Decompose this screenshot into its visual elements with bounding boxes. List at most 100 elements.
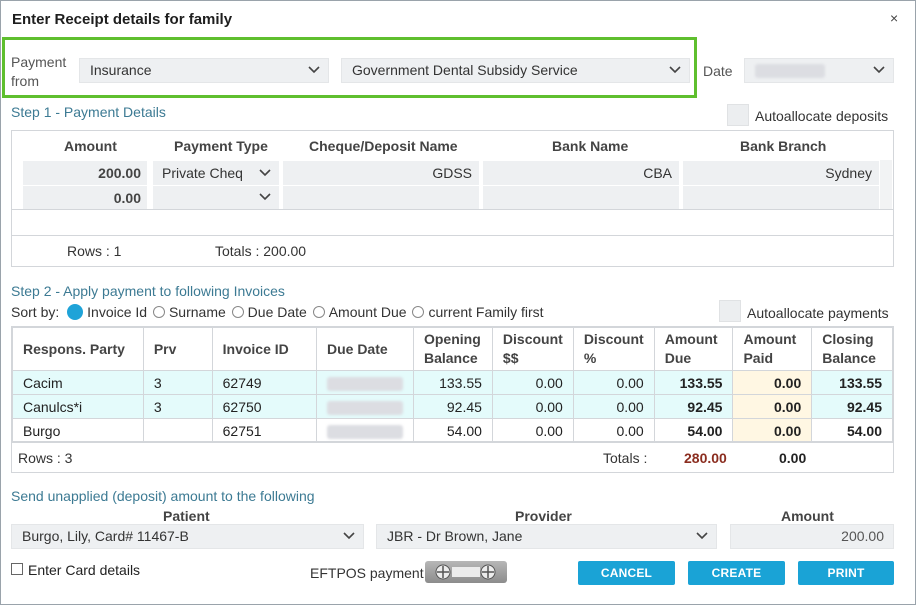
col-party[interactable]: Respons. Party: [12, 327, 144, 371]
create-button[interactable]: CREATE: [688, 561, 785, 585]
col-cheque-name: Cheque/Deposit Name: [309, 138, 458, 154]
step1-totals: Totals : 200.00: [215, 243, 307, 259]
chevron-down-icon: [259, 193, 271, 201]
cell-amount-due: 133.55: [653, 370, 734, 395]
col-prv[interactable]: Prv: [142, 327, 213, 371]
radio-amount-due[interactable]: [312, 306, 325, 318]
eftpos-label: EFTPOS payment: [310, 565, 424, 581]
col-disc-amt-2: $$: [502, 350, 519, 366]
sort-option-surname: Surname: [168, 304, 226, 320]
deposit-amount-input[interactable]: 200.00: [730, 524, 894, 549]
step2-rows-count: Rows : 3: [18, 450, 73, 466]
radio-invoice-id[interactable]: [67, 304, 84, 320]
table-row[interactable]: Burgo 62751 54.00 0.00 0.00 54.00 0.00 5…: [12, 418, 893, 443]
cell-party: Burgo: [12, 418, 144, 443]
table-row[interactable]: Canulcs*i 3 62750 92.45 0.00 0.00 92.45 …: [12, 394, 893, 419]
cancel-button[interactable]: CANCEL: [578, 561, 675, 585]
cell-discount: 0.00: [491, 370, 574, 395]
cell-discount-pct: 0.00: [572, 394, 655, 419]
amount-value-2: 0.00: [113, 190, 141, 206]
cell-prv: [142, 418, 213, 443]
divider: [11, 235, 894, 236]
amount-value: 200.00: [98, 165, 141, 181]
date-select[interactable]: [744, 58, 894, 83]
col-amount-paid-2: Paid: [743, 350, 774, 366]
col-opening-2: Balance: [423, 350, 478, 366]
col-bank-name: Bank Name: [552, 138, 629, 154]
cell-amount-paid[interactable]: 0.00: [732, 418, 813, 443]
sort-option-due-date: Due Date: [247, 304, 307, 320]
dialog-title: Enter Receipt details for family: [12, 11, 233, 28]
col-payment-type: Payment Type: [174, 138, 268, 154]
bank-branch-input-2[interactable]: [683, 186, 879, 209]
cell-discount-pct: 0.00: [572, 370, 655, 395]
col-amount-due[interactable]: Amount Due: [653, 327, 734, 371]
chevron-down-icon: [259, 169, 271, 177]
cell-prv: 3: [142, 370, 213, 395]
date-label: Date: [703, 63, 733, 79]
col-amount-paid[interactable]: Amount Paid: [732, 327, 813, 371]
eftpos-button[interactable]: [425, 561, 507, 583]
autoallocate-deposits-checkbox[interactable]: [727, 104, 749, 126]
payment-source-select[interactable]: Government Dental Subsidy Service: [341, 58, 690, 83]
payment-type-value: Insurance: [90, 62, 152, 78]
col-closing-balance[interactable]: Closing Balance: [811, 327, 893, 371]
total-amount-paid: 0.00: [779, 450, 807, 466]
payment-source-value: Government Dental Subsidy Service: [352, 62, 578, 78]
cell-amount-paid[interactable]: 0.00: [732, 370, 813, 395]
print-button[interactable]: PRINT: [798, 561, 894, 585]
col-closing-1: Closing: [822, 331, 874, 347]
cell-amount-due: 92.45: [653, 394, 734, 419]
autoallocate-deposits-label: Autoallocate deposits: [755, 108, 889, 124]
col-discount-percent[interactable]: Discount%: [572, 327, 655, 371]
due-date-redacted: [326, 400, 403, 415]
bank-name-input-2[interactable]: [483, 186, 679, 209]
payment-from-label-line2: from: [11, 73, 39, 89]
patient-value: Burgo, Lily, Card# 11467-B: [22, 528, 189, 544]
provider-label: Provider: [515, 508, 572, 524]
radio-due-date[interactable]: [231, 306, 244, 318]
sort-by-group: Sort by: Invoice Id Surname Due Date Amo…: [11, 304, 544, 320]
cell-opening: 133.55: [412, 370, 493, 395]
cell-opening: 54.00: [412, 418, 493, 443]
cheque-name-input-2[interactable]: [283, 186, 479, 209]
cell-closing: 54.00: [811, 418, 893, 443]
autoallocate-payments-checkbox[interactable]: [719, 300, 741, 322]
payment-type-row-value: Private Cheq: [162, 165, 243, 181]
col-bank-branch: Bank Branch: [740, 138, 827, 154]
col-amount-paid-1: Amount: [743, 331, 797, 347]
patient-select[interactable]: Burgo, Lily, Card# 11467-B: [11, 524, 364, 549]
chevron-down-icon: [873, 66, 885, 74]
date-value-redacted: [755, 64, 825, 79]
cell-invoice-id: 62751: [211, 418, 317, 443]
col-amount-due-1: Amount: [664, 331, 718, 347]
step2-totals-label: Totals :: [603, 450, 648, 466]
col-disc-amt-1: Discount: [502, 331, 563, 347]
scrollbar[interactable]: [880, 160, 892, 209]
provider-select[interactable]: JBR - Dr Brown, Jane: [376, 524, 717, 549]
due-date-redacted: [326, 376, 403, 391]
autoallocate-payments-label: Autoallocate payments: [747, 305, 889, 321]
deposit-title: Send unapplied (deposit) amount to the f…: [11, 488, 315, 504]
patient-label: Patient: [163, 508, 210, 524]
chevron-down-icon: [669, 66, 681, 74]
col-invoice-id[interactable]: Invoice ID: [211, 327, 317, 371]
col-discount-amount[interactable]: Discount $$: [491, 327, 574, 371]
cell-amount-paid[interactable]: 0.00: [732, 394, 813, 419]
col-opening-balance[interactable]: Opening Balance: [412, 327, 493, 371]
enter-card-details-checkbox[interactable]: [11, 563, 23, 575]
cell-party: Cacim: [12, 370, 144, 395]
bank-name-value: CBA: [643, 165, 672, 181]
cell-discount: 0.00: [491, 418, 574, 443]
radio-surname[interactable]: [152, 306, 165, 318]
cell-amount-due: 54.00: [653, 418, 734, 443]
radio-family-first[interactable]: [412, 306, 425, 318]
cell-prv: 3: [142, 394, 213, 419]
step2-title: Step 2 - Apply payment to following Invo…: [11, 283, 285, 299]
close-icon[interactable]: ×: [890, 10, 898, 26]
col-due-date[interactable]: Due Date: [315, 327, 414, 371]
payment-type-select[interactable]: Insurance: [79, 58, 329, 83]
divider: [11, 209, 894, 210]
cell-party: Canulcs*i: [12, 394, 144, 419]
table-row[interactable]: Cacim 3 62749 133.55 0.00 0.00 133.55 0.…: [12, 370, 893, 395]
